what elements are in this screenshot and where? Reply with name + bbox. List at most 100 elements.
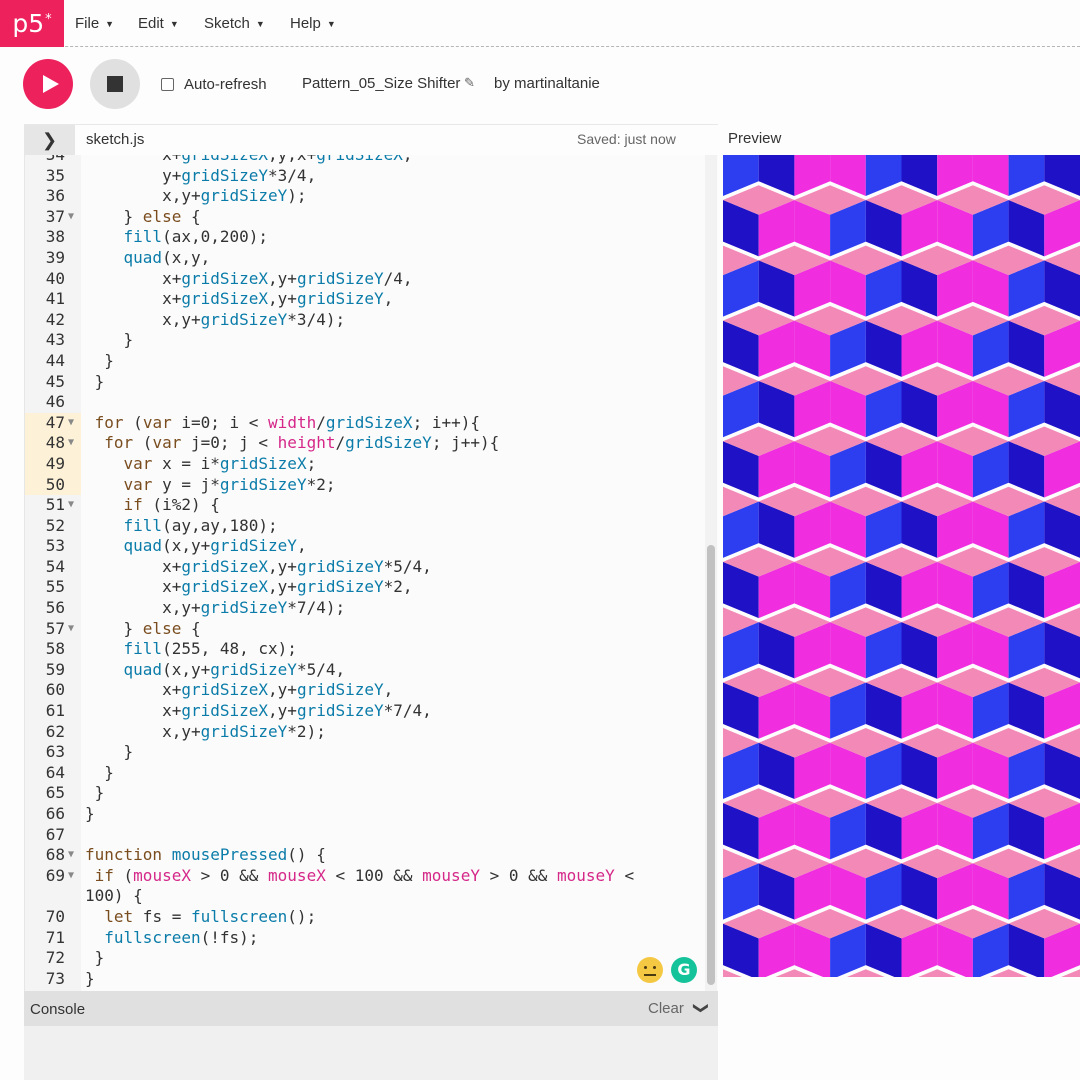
code-line[interactable]: 66} bbox=[25, 804, 718, 825]
code-line[interactable]: 72 } bbox=[25, 948, 718, 969]
code-line[interactable]: 69 ▼ if (mouseX > 0 && mouseX < 100 && mo… bbox=[25, 866, 718, 887]
code-line[interactable]: 63 } bbox=[25, 742, 718, 763]
code-line[interactable]: 73} bbox=[25, 969, 718, 990]
code-text: quad(x,y, bbox=[123, 247, 211, 267]
line-number: 41 bbox=[45, 289, 65, 309]
code-line[interactable]: 60 x+gridSizeX,y+gridSizeY, bbox=[25, 680, 718, 701]
code-text: x+gridSizeX,y+gridSizeY*2, bbox=[85, 577, 413, 597]
editor-header: ❯ sketch.js Saved: just now bbox=[24, 124, 718, 155]
code-line[interactable]: 68 ▼ function mousePressed() { bbox=[25, 845, 718, 866]
code-text: fill(ax,0,200); bbox=[123, 227, 269, 247]
editor-scrollbar-thumb[interactable] bbox=[707, 545, 715, 985]
code-line[interactable]: 67 bbox=[25, 825, 718, 846]
toolbar: Auto-refresh Pattern_05_Size Shifter ✎ b… bbox=[0, 48, 1080, 124]
code-line[interactable]: 70 let fs = fullscreen(); bbox=[25, 907, 718, 928]
code-line[interactable]: 36 x,y+gridSizeY); bbox=[25, 186, 718, 207]
stop-button[interactable] bbox=[90, 59, 140, 109]
code-text: } bbox=[85, 762, 114, 782]
code-line[interactable]: 38 fill(ax,0,200); bbox=[25, 227, 718, 248]
fold-arrow-icon[interactable]: ▼ bbox=[68, 866, 74, 887]
code-line[interactable]: 45 } bbox=[25, 372, 718, 393]
console-clear-button[interactable]: Clear bbox=[648, 1000, 684, 1017]
code-editor[interactable]: 34 x+gridSizeX,y,x+gridSizeX,35 y+gridSi… bbox=[24, 155, 718, 991]
auto-refresh-checkbox[interactable] bbox=[161, 78, 174, 91]
sketch-name[interactable]: Pattern_05_Size Shifter bbox=[302, 75, 460, 92]
chevron-down-icon: ▼ bbox=[105, 18, 115, 29]
sidebar-toggle-button[interactable]: ❯ bbox=[24, 125, 75, 155]
code-text: if (i%2) { bbox=[123, 495, 220, 515]
fold-arrow-icon[interactable]: ▼ bbox=[68, 207, 74, 228]
fold-arrow-icon[interactable]: ▼ bbox=[68, 845, 74, 866]
menu-edit-label: Edit bbox=[138, 15, 164, 32]
code-line[interactable]: 53 quad(x,y+gridSizeY, bbox=[25, 536, 718, 557]
code-line[interactable]: 62 x,y+gridSizeY*2); bbox=[25, 722, 718, 743]
code-line[interactable]: 59 quad(x,y+gridSizeY*5/4, bbox=[25, 660, 718, 681]
sketch-preview-canvas[interactable] bbox=[723, 155, 1080, 977]
code-text: x+gridSizeX,y+gridSizeY/4, bbox=[85, 268, 413, 288]
code-line[interactable]: 71 fullscreen(!fs); bbox=[25, 928, 718, 949]
code-text: 100) { bbox=[85, 886, 143, 906]
grammarly-icon[interactable]: G bbox=[671, 957, 697, 983]
console-body bbox=[24, 1026, 718, 1080]
line-number: 55 bbox=[45, 577, 65, 597]
code-line[interactable]: 48 ▼ for (var j=0; j < height/gridSizeY; … bbox=[25, 433, 718, 454]
code-text: var x = i*gridSizeX; bbox=[123, 453, 317, 473]
code-line[interactable]: 47 ▼ for (var i=0; i < width/gridSizeX; i… bbox=[25, 412, 718, 434]
code-line[interactable]: 41 x+gridSizeX,y+gridSizeY, bbox=[25, 289, 718, 310]
code-line[interactable]: 57 ▼ } else { bbox=[25, 619, 718, 640]
code-line[interactable]: 52 fill(ay,ay,180); bbox=[25, 516, 718, 537]
neutral-face-icon[interactable] bbox=[637, 957, 663, 983]
menu-help[interactable]: Help ▼ bbox=[290, 0, 336, 47]
code-line[interactable]: 50 var y = j*gridSizeY*2; bbox=[25, 474, 718, 496]
fold-arrow-icon[interactable]: ▼ bbox=[68, 433, 74, 454]
code-line[interactable]: 100) { bbox=[25, 886, 718, 907]
code-line[interactable]: 55 x+gridSizeX,y+gridSizeY*2, bbox=[25, 577, 718, 598]
play-button[interactable] bbox=[23, 59, 73, 109]
code-text: x,y+gridSizeY*3/4); bbox=[85, 309, 346, 329]
code-line[interactable]: 51 ▼ if (i%2) { bbox=[25, 495, 718, 516]
author-name[interactable]: by martinaltanie bbox=[494, 75, 600, 92]
fold-arrow-icon[interactable]: ▼ bbox=[68, 619, 74, 640]
line-number: 59 bbox=[45, 659, 65, 679]
cube-pattern bbox=[723, 155, 1080, 977]
fold-arrow-icon[interactable]: ▼ bbox=[68, 495, 74, 516]
menu-sketch[interactable]: Sketch ▼ bbox=[204, 0, 265, 47]
line-number: 45 bbox=[45, 371, 65, 391]
code-line[interactable]: 44 } bbox=[25, 351, 718, 372]
code-line[interactable]: 37 ▼ } else { bbox=[25, 207, 718, 228]
menu-edit[interactable]: Edit ▼ bbox=[138, 0, 179, 47]
menu-file[interactable]: File ▼ bbox=[75, 0, 114, 47]
code-text: x+gridSizeX,y+gridSizeY, bbox=[85, 680, 394, 700]
code-line[interactable]: 58 fill(255, 48, cx); bbox=[25, 639, 718, 660]
preview-label: Preview bbox=[728, 130, 782, 147]
line-number: 36 bbox=[45, 186, 65, 206]
code-line[interactable]: 43 } bbox=[25, 330, 718, 351]
auto-refresh-label[interactable]: Auto-refresh bbox=[184, 76, 267, 93]
code-line[interactable]: 64 } bbox=[25, 763, 718, 784]
pencil-icon[interactable]: ✎ bbox=[464, 75, 475, 91]
line-number: 49 bbox=[25, 453, 81, 475]
code-line[interactable]: 54 x+gridSizeX,y+gridSizeY*5/4, bbox=[25, 557, 718, 578]
console-collapse-chevron-icon[interactable]: ❯ bbox=[692, 1002, 710, 1015]
code-line[interactable]: 65 } bbox=[25, 783, 718, 804]
menu-file-label: File bbox=[75, 15, 100, 32]
code-line[interactable]: 39 quad(x,y, bbox=[25, 248, 718, 269]
code-text: var y = j*gridSizeY*2; bbox=[123, 474, 336, 494]
code-text: } bbox=[85, 968, 95, 988]
p5-logo[interactable]: p5 * bbox=[0, 0, 64, 47]
line-number: 39 bbox=[45, 247, 65, 267]
code-line[interactable]: 56 x,y+gridSizeY*7/4); bbox=[25, 598, 718, 619]
code-text: x,y+gridSizeY*2); bbox=[85, 721, 326, 741]
fold-arrow-icon[interactable]: ▼ bbox=[68, 413, 74, 434]
code-line[interactable]: 46 bbox=[25, 392, 718, 413]
code-line[interactable]: 40 x+gridSizeX,y+gridSizeY/4, bbox=[25, 269, 718, 290]
code-line[interactable]: 34 x+gridSizeX,y,x+gridSizeX, bbox=[25, 155, 718, 166]
file-name[interactable]: sketch.js bbox=[86, 131, 144, 148]
code-line[interactable]: 49 var x = i*gridSizeX; bbox=[25, 453, 718, 475]
code-lines[interactable]: 34 x+gridSizeX,y,x+gridSizeX,35 y+gridSi… bbox=[25, 155, 718, 989]
code-line[interactable]: 35 y+gridSizeY*3/4, bbox=[25, 166, 718, 187]
line-number: 43 bbox=[45, 330, 65, 350]
code-line[interactable]: 42 x,y+gridSizeY*3/4); bbox=[25, 310, 718, 331]
line-number: 67 bbox=[45, 824, 65, 844]
code-line[interactable]: 61 x+gridSizeX,y+gridSizeY*7/4, bbox=[25, 701, 718, 722]
